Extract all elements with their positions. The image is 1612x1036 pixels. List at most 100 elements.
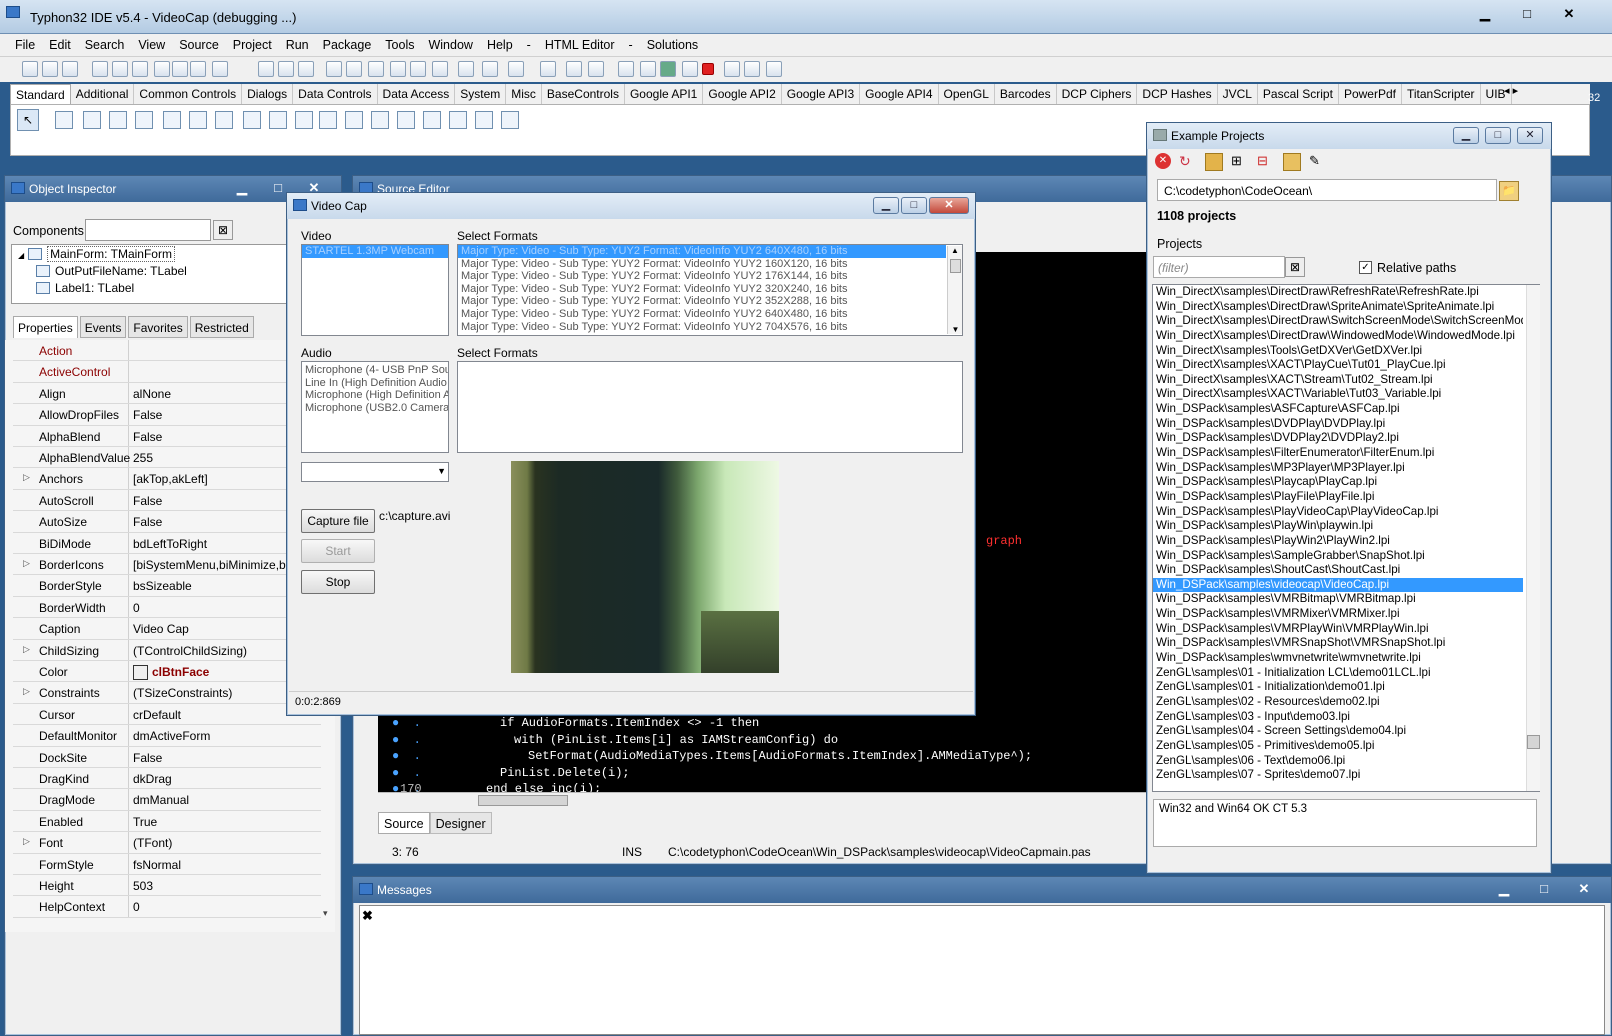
property-value[interactable]: fsNormal xyxy=(133,858,321,872)
video-format-item[interactable]: Major Type: Video - Sub Type: YUY2 Forma… xyxy=(458,245,946,258)
tree-node[interactable]: OutPutFileName: TLabel xyxy=(36,264,187,278)
palette-tab-standard[interactable]: Standard xyxy=(10,84,71,104)
menu-view[interactable]: View xyxy=(131,34,172,56)
palette-tab-dcp-ciphers[interactable]: DCP Ciphers xyxy=(1057,84,1138,104)
video-format-item[interactable]: Major Type: Video - Sub Type: YUY2 Forma… xyxy=(458,308,946,321)
property-row[interactable]: AlphaBlendValue 255 xyxy=(13,447,321,469)
palette-tab-additional[interactable]: Additional xyxy=(71,84,135,104)
open-project-icon[interactable] xyxy=(1205,153,1223,171)
tradiobutton-icon[interactable] xyxy=(269,111,287,129)
project-item[interactable]: Win_DSPack\samples\DVDPlay\DVDPlay.lpi xyxy=(1153,417,1523,432)
menu-window[interactable]: Window xyxy=(421,34,479,56)
close-icon[interactable] xyxy=(298,61,314,77)
tgroupbox-icon[interactable] xyxy=(371,111,389,129)
view-units-icon[interactable] xyxy=(346,61,362,77)
tcheckbox-icon[interactable] xyxy=(243,111,261,129)
stop-icon[interactable] xyxy=(702,63,714,75)
property-row[interactable]: DefaultMonitor dmActiveForm xyxy=(13,725,321,747)
start-button[interactable]: Start xyxy=(301,539,375,563)
folder-icon[interactable] xyxy=(1283,153,1301,171)
project-item[interactable]: Win_DSPack\samples\PlayVideoCap\PlayVide… xyxy=(1153,505,1523,520)
property-row[interactable]: BorderStyle bsSizeable xyxy=(13,575,321,597)
step-icon[interactable] xyxy=(640,61,656,77)
property-row[interactable]: AlphaBlend False xyxy=(13,425,321,447)
property-row[interactable]: Color clBtnFace xyxy=(13,661,321,683)
menu-run[interactable]: Run xyxy=(279,34,316,56)
menu-help[interactable]: Help xyxy=(480,34,520,56)
project-item[interactable]: Win_DSPack\samples\PlayFile\PlayFile.lpi xyxy=(1153,490,1523,505)
tscrollbar-icon[interactable] xyxy=(345,111,363,129)
property-row[interactable]: Align alNone xyxy=(13,382,321,405)
settings-icon[interactable] xyxy=(508,61,524,77)
tab-restricted[interactable]: Restricted xyxy=(189,316,254,338)
project-item[interactable]: ZenGL\samples\06 - Text\demo06.lpi xyxy=(1153,754,1523,769)
property-value[interactable]: (TFont) xyxy=(133,836,321,850)
tcombobox-icon[interactable] xyxy=(319,111,337,129)
expand-arrow-icon[interactable]: ◢ xyxy=(18,251,24,260)
video-format-item[interactable]: Major Type: Video - Sub Type: YUY2 Forma… xyxy=(458,321,946,334)
video-format-item[interactable]: Major Type: Video - Sub Type: YUY2 Forma… xyxy=(458,283,946,296)
palette-tab-pascal-script[interactable]: Pascal Script xyxy=(1258,84,1339,104)
project-item[interactable]: ZenGL\samples\03 - Input\demo03.lpi xyxy=(1153,710,1523,725)
menu-source[interactable]: Source xyxy=(172,34,226,56)
inspect-icon[interactable] xyxy=(458,61,474,77)
property-row[interactable]: AllowDropFiles False xyxy=(13,404,321,426)
tlabel-icon[interactable] xyxy=(135,111,153,129)
scroll-thumb[interactable] xyxy=(478,795,568,806)
vc-maximize-button[interactable]: □ xyxy=(901,197,927,214)
open-dropdown-icon[interactable] xyxy=(212,61,228,77)
audio-device-item[interactable]: Microphone (4- USB PnP Soun xyxy=(302,364,448,377)
component-tree[interactable]: ◢ MainForm: TMainForm OutPutFileName: TLab… xyxy=(11,244,319,304)
messages-minimize-button[interactable]: ▁ xyxy=(1491,881,1517,898)
property-row[interactable]: ▷ Font (TFont) xyxy=(13,832,321,854)
palette-tab-jvcl[interactable]: JVCL xyxy=(1218,84,1258,104)
new-unit-icon[interactable] xyxy=(62,61,78,77)
menu-solutions[interactable]: Solutions xyxy=(640,34,705,56)
palette-tab-barcodes[interactable]: Barcodes xyxy=(995,84,1057,104)
property-row[interactable]: ▷ BorderIcons [biSystemMenu,biMinimize,bi xyxy=(13,554,321,576)
replace-icon[interactable] xyxy=(566,61,582,77)
filter-clear-icon[interactable]: ⊠ xyxy=(213,220,233,240)
tradiogroup-icon[interactable] xyxy=(397,111,415,129)
tpopupmenu-icon[interactable] xyxy=(83,111,101,129)
property-value[interactable]: dmManual xyxy=(133,793,321,807)
audio-device-item[interactable]: Line In (High Definition Audio xyxy=(302,377,448,390)
palette-tab-basecontrols[interactable]: BaseControls xyxy=(542,84,625,104)
project-item[interactable]: ZenGL\samples\05 - Primitives\demo05.lpi xyxy=(1153,739,1523,754)
menu-search[interactable]: Search xyxy=(78,34,132,56)
project-item[interactable]: Win_DirectX\samples\Tools\GetDXVer\GetDX… xyxy=(1153,344,1523,359)
project-item[interactable]: Win_DirectX\samples\DirectDraw\SpriteAni… xyxy=(1153,300,1523,315)
tlistbox-icon[interactable] xyxy=(295,111,313,129)
find-icon[interactable] xyxy=(540,61,556,77)
open-package-icon[interactable] xyxy=(154,61,170,77)
expand-arrow-icon[interactable]: ▷ xyxy=(23,558,30,569)
project-item[interactable]: Win_DSPack\samples\PlayWin\playwin.lpi xyxy=(1153,519,1523,534)
step-into-icon[interactable] xyxy=(724,61,740,77)
video-device-list[interactable]: STARTEL 1.3MP Webcam xyxy=(301,244,449,336)
browse-folder-icon[interactable]: 📁 xyxy=(1499,181,1519,201)
palette-tab-opengl[interactable]: OpenGL xyxy=(939,84,995,104)
property-row[interactable]: Action xyxy=(13,340,321,362)
open-recent-icon[interactable] xyxy=(112,61,128,77)
tab-properties[interactable]: Properties xyxy=(13,316,78,338)
project-item[interactable]: ZenGL\samples\04 - Screen Settings\demo0… xyxy=(1153,724,1523,739)
project-item[interactable]: Win_DSPack\samples\SampleGrabber\SnapSho… xyxy=(1153,549,1523,564)
open-icon[interactable] xyxy=(92,61,108,77)
video-device-item[interactable]: STARTEL 1.3MP Webcam xyxy=(302,245,448,258)
project-item[interactable]: Win_DirectX\samples\DirectDraw\WindowedM… xyxy=(1153,329,1523,344)
project-item[interactable]: Win_DirectX\samples\XACT\PlayCue\Tut01_P… xyxy=(1153,358,1523,373)
vc-minimize-button[interactable]: ▁ xyxy=(873,197,899,214)
project-item[interactable]: Win_DSPack\samples\VMRBitmap\VMRBitmap.l… xyxy=(1153,592,1523,607)
components-filter-input[interactable] xyxy=(85,219,211,241)
step-over-icon[interactable] xyxy=(744,61,760,77)
property-value[interactable]: 0 xyxy=(133,900,321,914)
code-line[interactable]: PinList.Delete(i); xyxy=(500,766,630,780)
property-value[interactable]: dmActiveForm xyxy=(133,729,321,743)
palette-tab-system[interactable]: System xyxy=(455,84,507,104)
tab-source[interactable]: Source xyxy=(378,812,430,834)
ttogglebox-icon[interactable] xyxy=(215,111,233,129)
oi-minimize-button[interactable]: ▁ xyxy=(229,180,255,197)
path-input[interactable]: C:\codetyphon\CodeOcean\ xyxy=(1157,179,1497,201)
save-icon[interactable] xyxy=(258,61,274,77)
ep-close-button[interactable]: ✕ xyxy=(1517,127,1543,144)
